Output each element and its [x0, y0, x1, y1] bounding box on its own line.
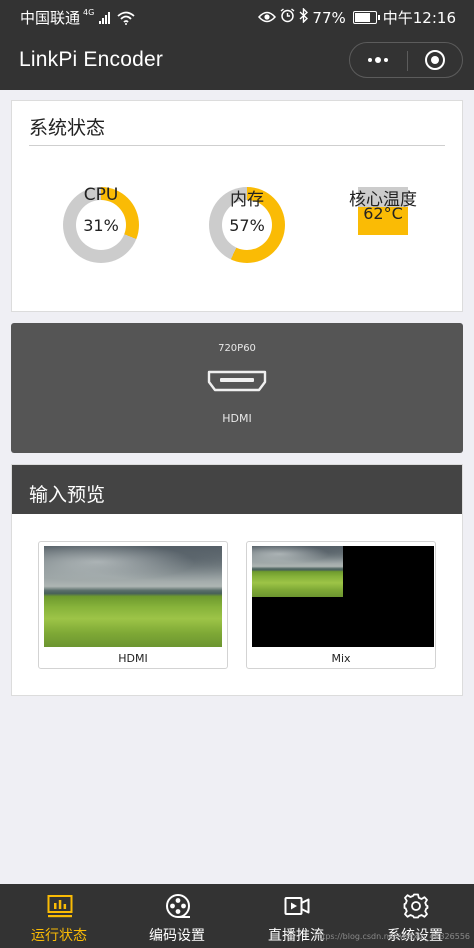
cpu-label: CPU	[83, 185, 119, 205]
preview-header: 输入预览	[12, 465, 462, 514]
close-mini-program-button[interactable]	[408, 43, 462, 77]
system-status-title: 系统状态	[29, 117, 106, 139]
mini-program-capsule	[349, 42, 463, 78]
preview-label-mix: Mix	[331, 652, 351, 665]
temperature-label: 核心温度	[349, 190, 417, 210]
app-title: LinkPi Encoder	[19, 48, 164, 71]
cpu-value: 31%	[83, 215, 119, 235]
top-bar: 中国联通 4G 77% 中午12:16 LinkPi Encoder	[0, 0, 474, 90]
hdmi-preview-image	[44, 546, 222, 647]
title-divider	[29, 145, 445, 146]
preview-thumbnail-hdmi[interactable]: HDMI	[38, 541, 228, 669]
preview-thumbnail-mix[interactable]: Mix	[246, 541, 436, 669]
mix-preview-image	[252, 546, 434, 647]
carrier-name: 中国联通	[20, 9, 81, 27]
video-camera-icon	[284, 893, 310, 919]
clock-time: 中午12:16	[382, 9, 456, 27]
system-status-bar: 中国联通 4G 77% 中午12:16	[0, 0, 474, 32]
more-options-button[interactable]	[350, 43, 406, 77]
input-preview-card: 输入预览 HDMI Mix	[11, 464, 463, 696]
alarm-icon	[280, 8, 295, 27]
network-type: 4G	[83, 8, 95, 17]
monitor-chart-icon	[47, 893, 73, 919]
tab-label: 编码设置	[149, 928, 205, 944]
input-resolution: 720P60	[218, 343, 256, 354]
signal-icon	[99, 11, 111, 24]
eye-icon	[258, 9, 277, 27]
hdmi-input-card[interactable]: 720P60 HDMI	[11, 323, 463, 453]
memory-value: 57%	[229, 215, 265, 235]
hdmi-port-icon	[207, 370, 267, 392]
tab-encode-settings[interactable]: 编码设置	[118, 884, 236, 948]
preview-label-hdmi: HDMI	[118, 652, 148, 665]
preview-title: 输入预览	[29, 484, 106, 506]
battery-icon	[352, 11, 380, 24]
memory-label: 内存	[230, 190, 264, 210]
system-status-card: 系统状态 31% CPU 57% 内存 62°C 核心温度	[11, 100, 463, 312]
tab-label: 运行状态	[31, 928, 87, 944]
gear-icon	[403, 893, 429, 919]
watermark: https://blog.csdn.net/weixin_48326556	[313, 932, 470, 941]
target-icon	[425, 50, 445, 70]
tab-run-status[interactable]: 运行状态	[0, 884, 118, 948]
wifi-icon	[117, 11, 135, 25]
input-name: HDMI	[222, 412, 252, 425]
battery-percent: 77%	[312, 8, 346, 27]
film-reel-icon	[165, 893, 191, 919]
navigation-bar: LinkPi Encoder	[0, 32, 474, 90]
bluetooth-icon	[299, 7, 309, 27]
